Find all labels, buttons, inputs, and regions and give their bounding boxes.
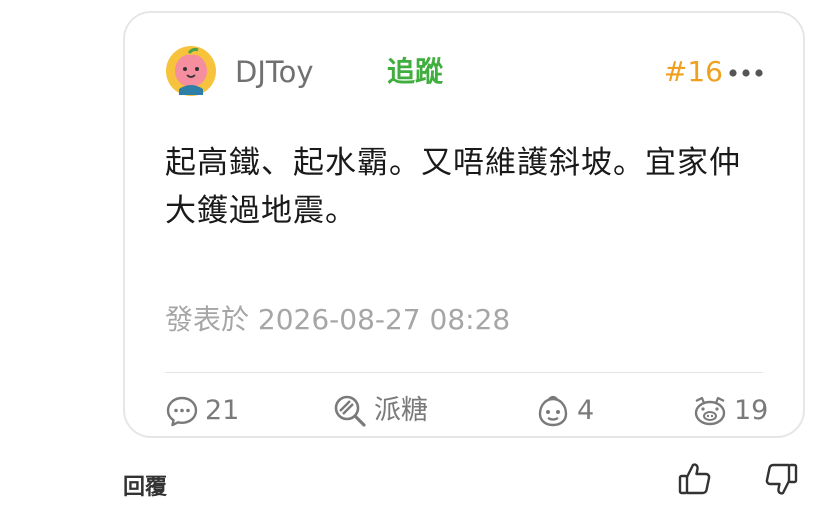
candy-magnifier-icon (334, 395, 366, 427)
comments-button[interactable]: 21 (165, 391, 239, 431)
thumbs-down-icon[interactable] (765, 461, 799, 497)
pig-count: 19 (734, 395, 769, 426)
avatar[interactable] (165, 45, 217, 97)
reply-button[interactable]: 回覆 (123, 469, 167, 501)
post-card: DJToy 追蹤 #16 起高鐵、起水霸。又唔維護斜坡。宜家仲大鑊過地震。 發表… (123, 11, 805, 438)
more-dots-icon[interactable] (729, 69, 763, 77)
post-header: DJToy 追蹤 #16 (165, 45, 763, 97)
reaction-button[interactable]: 4 (535, 391, 594, 431)
candy-button[interactable]: 派糖 (332, 391, 428, 431)
pig-button[interactable]: 19 (692, 391, 768, 431)
divider (165, 372, 763, 373)
reaction-count: 4 (577, 395, 595, 426)
thumbs-up-icon[interactable] (677, 461, 711, 497)
pig-icon (694, 396, 726, 426)
post-content: 起高鐵、起水霸。又唔維護斜坡。宜家仲大鑊過地震。 (165, 145, 741, 229)
post-timestamp: 發表於 2026-08-27 08:28 (165, 303, 511, 336)
follow-button[interactable]: 追蹤 (387, 55, 443, 89)
face-icon (538, 395, 568, 427)
comment-bubble-icon (166, 396, 198, 427)
comments-count: 21 (205, 395, 240, 426)
floor-number: #16 (663, 55, 723, 88)
candy-label: 派糖 (374, 395, 428, 426)
username[interactable]: DJToy (235, 55, 314, 89)
